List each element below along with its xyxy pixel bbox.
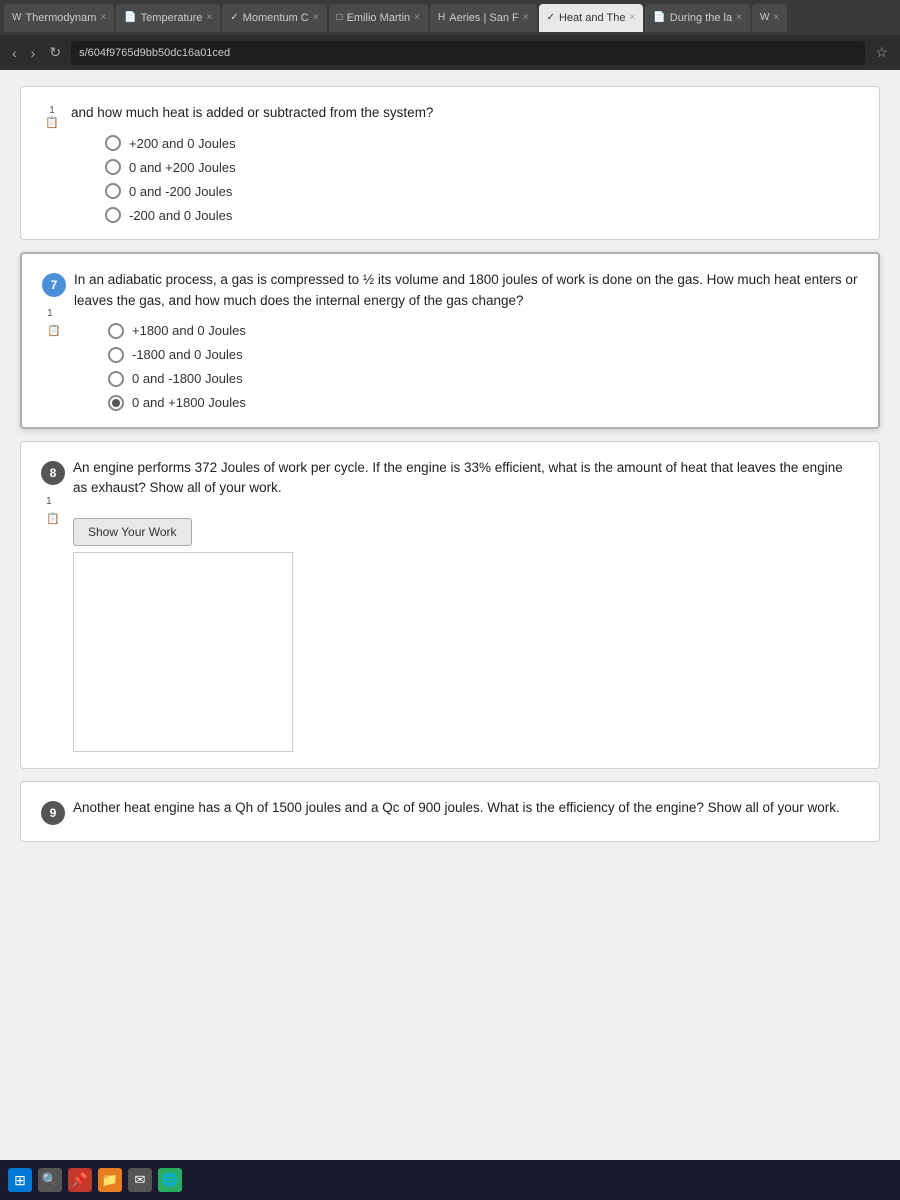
tab-bar: W Thermodynam × 📄 Temperature × ✓ Moment…: [0, 0, 900, 35]
q7-option-1-text: +1800 and 0 Joules: [132, 323, 246, 338]
browser-chrome: W Thermodynam × 📄 Temperature × ✓ Moment…: [0, 0, 900, 70]
back-button[interactable]: ‹: [8, 43, 21, 63]
q8-side-icon: 📋: [46, 513, 60, 525]
tab-w[interactable]: W ×: [752, 4, 787, 32]
question-8-section: 8 1 📋 An engine performs 372 Joules of w…: [20, 441, 880, 770]
q7-option-4[interactable]: 0 and +1800 Joules: [108, 395, 858, 411]
address-bar-row: ‹ › ↻ s/604f9765d9bb50dc16a01ced ☆: [0, 35, 900, 70]
q7-option-2[interactable]: -1800 and 0 Joules: [108, 347, 858, 363]
q7-radio-1[interactable]: [108, 323, 124, 339]
q6-option-2-text: 0 and +200 Joules: [129, 160, 236, 175]
q7-question-text: In an adiabatic process, a gas is compre…: [74, 270, 858, 311]
tab-momentum[interactable]: ✓ Momentum C ×: [222, 4, 326, 32]
q6-radio-3[interactable]: [105, 183, 121, 199]
main-content: 1 📋 and how much heat is added or subtra…: [0, 70, 900, 1160]
tab-icon-emilio: □: [337, 12, 343, 23]
taskbar: ⊞ 🔍 📌 📁 ✉ 🌐: [0, 1160, 900, 1200]
address-bar[interactable]: s/604f9765d9bb50dc16a01ced: [71, 41, 865, 65]
tab-during[interactable]: 📄 During the la ×: [645, 4, 750, 32]
q7-option-2-text: -1800 and 0 Joules: [132, 347, 243, 362]
q7-radio-3[interactable]: [108, 371, 124, 387]
tab-close-during[interactable]: ×: [736, 12, 742, 23]
q6-option-4[interactable]: -200 and 0 Joules: [105, 207, 859, 223]
tab-close-emilio[interactable]: ×: [414, 12, 420, 23]
tab-label-thermo: Thermodynam: [25, 12, 96, 24]
address-text: s/604f9765d9bb50dc16a01ced: [79, 47, 230, 59]
q7-option-3[interactable]: 0 and -1800 Joules: [108, 371, 858, 387]
tab-icon-aeries: H: [438, 12, 445, 23]
tab-heat-active[interactable]: ✓ Heat and The ×: [539, 4, 644, 32]
q6-option-1[interactable]: +200 and 0 Joules: [105, 135, 859, 151]
reload-button[interactable]: ↻: [45, 42, 65, 63]
show-work-button[interactable]: Show Your Work: [73, 518, 192, 546]
tab-close-w[interactable]: ×: [773, 12, 779, 23]
work-area[interactable]: [73, 552, 293, 752]
q6-option-3[interactable]: 0 and -200 Joules: [105, 183, 859, 199]
tab-label-temp: Temperature: [141, 12, 203, 24]
q6-question-text: and how much heat is added or subtracted…: [71, 103, 859, 123]
q7-badge: 7: [42, 273, 66, 297]
q6-side-col: 1 📋: [41, 103, 63, 223]
q6-option-4-text: -200 and 0 Joules: [129, 208, 232, 223]
q7-option-1[interactable]: +1800 and 0 Joules: [108, 323, 858, 339]
q6-option-2[interactable]: 0 and +200 Joules: [105, 159, 859, 175]
q6-radio-1[interactable]: [105, 135, 121, 151]
tab-label-momentum: Momentum C: [243, 12, 309, 24]
tab-label-heat: Heat and The: [559, 12, 625, 24]
tab-close-heat[interactable]: ×: [629, 12, 635, 23]
q7-side-col: 7 1 📋: [42, 270, 66, 411]
tab-icon-heat: ✓: [547, 12, 555, 23]
tab-label-during: During the la: [670, 12, 732, 24]
bookmark-button[interactable]: ☆: [871, 42, 892, 63]
q6-side-number: 1: [49, 105, 55, 116]
tab-aeries[interactable]: H Aeries | San F ×: [430, 4, 537, 32]
q6-options-list: +200 and 0 Joules 0 and +200 Joules 0 an…: [71, 135, 859, 223]
tab-icon-w: W: [760, 12, 769, 23]
taskbar-mail[interactable]: ✉: [128, 1168, 152, 1192]
windows-button[interactable]: ⊞: [8, 1168, 32, 1192]
q7-options-list: +1800 and 0 Joules -1800 and 0 Joules 0 …: [74, 323, 858, 411]
tab-close-temp[interactable]: ×: [206, 12, 212, 23]
question-6-section: 1 📋 and how much heat is added or subtra…: [20, 86, 880, 240]
tab-icon-thermo: W: [12, 12, 21, 23]
q8-badge: 8: [41, 461, 65, 485]
tab-label-aeries: Aeries | San F: [449, 12, 519, 24]
q6-option-1-text: +200 and 0 Joules: [129, 136, 236, 151]
tab-icon-during: 📄: [653, 12, 665, 23]
tab-emilio[interactable]: □ Emilio Martin ×: [329, 4, 428, 32]
q8-side-col: 8 1 📋: [41, 458, 65, 753]
taskbar-folder[interactable]: 📁: [98, 1168, 122, 1192]
q6-radio-2[interactable]: [105, 159, 121, 175]
question-7-section: 7 1 📋 In an adiabatic process, a gas is …: [20, 252, 880, 429]
search-taskbar-button[interactable]: 🔍: [38, 1168, 62, 1192]
q7-option-4-text: 0 and +1800 Joules: [132, 395, 246, 410]
q7-option-3-text: 0 and -1800 Joules: [132, 371, 243, 386]
taskbar-pin1[interactable]: 📌: [68, 1168, 92, 1192]
q7-radio-2[interactable]: [108, 347, 124, 363]
question-9-section: 9 Another heat engine has a Qh of 1500 j…: [20, 781, 880, 842]
tab-close-aeries[interactable]: ×: [523, 12, 529, 23]
q9-badge: 9: [41, 801, 65, 825]
forward-button[interactable]: ›: [27, 43, 40, 63]
tab-close-momentum[interactable]: ×: [313, 12, 319, 23]
q9-side-col: 9: [41, 798, 65, 825]
q8-question-text: An engine performs 372 Joules of work pe…: [73, 458, 859, 499]
taskbar-browser[interactable]: 🌐: [158, 1168, 182, 1192]
tab-temperature[interactable]: 📄 Temperature ×: [116, 4, 220, 32]
q7-side-number: 1: [47, 308, 53, 319]
q7-side-icon: 📋: [47, 325, 61, 337]
q8-side-number: 1: [46, 496, 52, 507]
q6-option-3-text: 0 and -200 Joules: [129, 184, 232, 199]
q6-side-icon: 📋: [45, 116, 59, 129]
tab-close-thermo[interactable]: ×: [100, 12, 106, 23]
q9-question-text: Another heat engine has a Qh of 1500 jou…: [73, 798, 859, 818]
q6-radio-4[interactable]: [105, 207, 121, 223]
tab-icon-temp: 📄: [124, 12, 136, 23]
tab-icon-momentum: ✓: [230, 12, 238, 23]
tab-thermodynamics[interactable]: W Thermodynam ×: [4, 4, 114, 32]
tab-label-emilio: Emilio Martin: [347, 12, 411, 24]
q7-radio-4[interactable]: [108, 395, 124, 411]
